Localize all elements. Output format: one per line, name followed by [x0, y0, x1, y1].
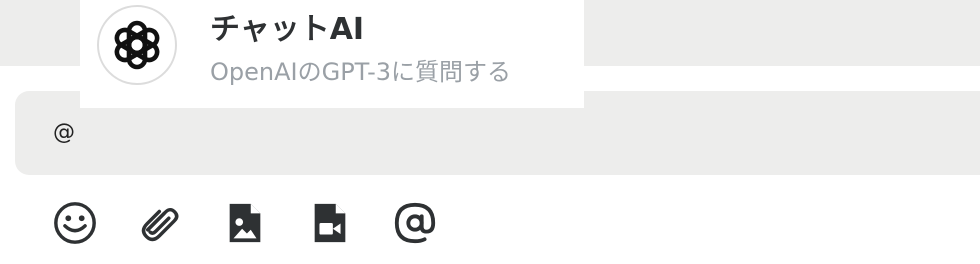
bot-avatar: [97, 5, 177, 85]
attach-image-button[interactable]: [220, 198, 270, 248]
bot-name: チャットAI: [210, 12, 365, 47]
mention-button[interactable]: [390, 198, 440, 248]
image-file-icon: [229, 203, 261, 243]
composer-text: @: [53, 120, 75, 145]
attach-video-button[interactable]: [305, 198, 355, 248]
emoji-button[interactable]: [50, 198, 100, 248]
video-file-icon: [314, 203, 346, 243]
mention-suggestion-popup[interactable]: チャットAI OpenAIのGPT-3に質問する: [80, 0, 584, 108]
mention-icon: [394, 202, 436, 244]
paperclip-icon: [141, 207, 179, 242]
openai-logo-icon: [114, 20, 160, 70]
emoji-icon: [54, 202, 96, 244]
attach-file-button[interactable]: [135, 198, 185, 248]
bot-description: OpenAIのGPT-3に質問する: [210, 58, 512, 86]
